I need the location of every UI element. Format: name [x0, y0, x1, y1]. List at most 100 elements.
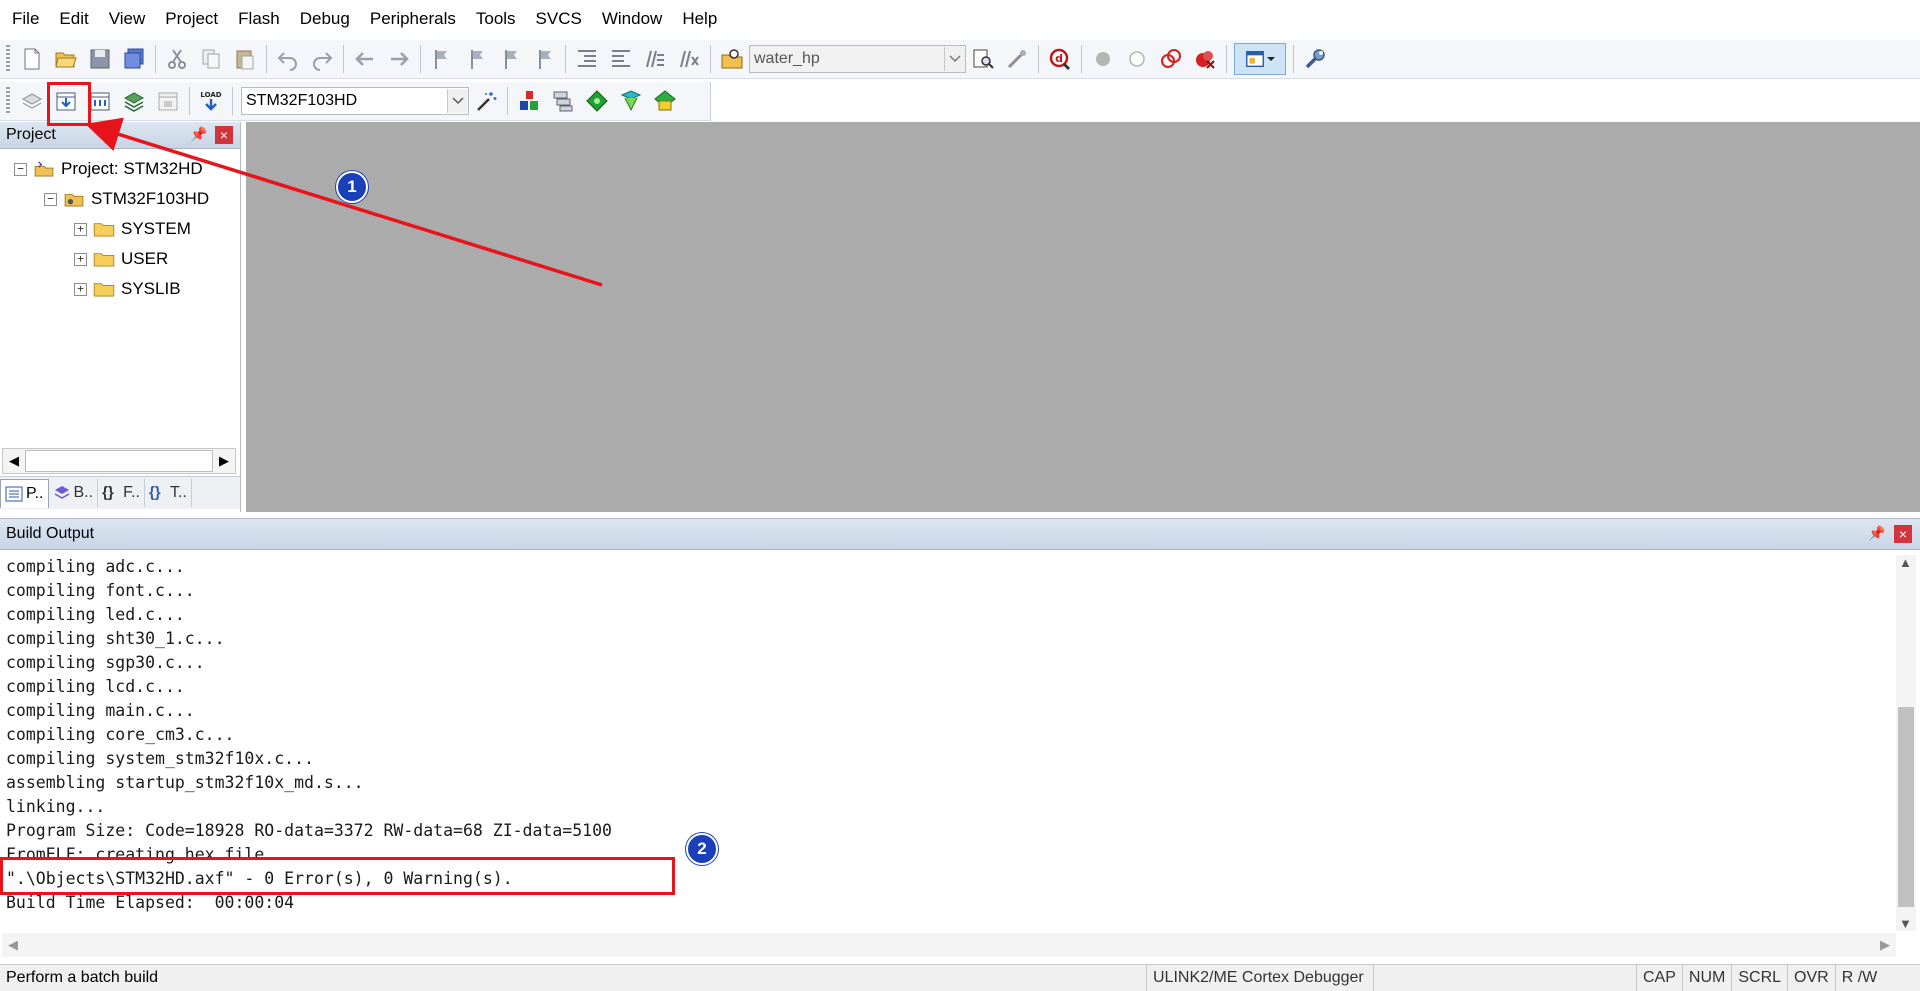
save-button[interactable]	[86, 44, 114, 74]
tree-item-group-system[interactable]: + SYSTEM	[74, 216, 191, 242]
collapse-icon[interactable]: −	[44, 192, 57, 206]
download-button[interactable]: LOAD	[197, 86, 225, 116]
tree-item-group-syslib[interactable]: + SYSLIB	[74, 276, 181, 302]
scroll-down-icon[interactable]: ▼	[1899, 916, 1912, 931]
debug-magnifier-icon: d	[1049, 48, 1071, 71]
manage-rte-button[interactable]	[583, 86, 611, 116]
menu-project[interactable]: Project	[155, 0, 228, 38]
insert-breakpoint-button[interactable]	[1089, 44, 1117, 74]
copy-button[interactable]	[197, 44, 225, 74]
menu-view[interactable]: View	[99, 0, 156, 38]
manage-project-items-button[interactable]	[515, 86, 543, 116]
project-horizontal-scrollbar[interactable]: ◀ ▶	[2, 448, 236, 474]
unindent-icon	[612, 50, 630, 67]
target-select[interactable]: STM32F103HD	[241, 87, 469, 115]
scroll-thumb[interactable]	[25, 450, 213, 472]
bookmark-clear-icon	[539, 50, 551, 69]
find-combo[interactable]: water_hp	[749, 45, 966, 73]
scroll-right-icon[interactable]: ▶	[1874, 937, 1896, 953]
scroll-left-icon[interactable]: ◀	[2, 937, 24, 953]
menu-peripherals[interactable]: Peripherals	[360, 0, 466, 38]
menu-tools[interactable]: Tools	[466, 0, 526, 38]
software-packs-button[interactable]	[651, 86, 679, 116]
navigate-forward-button[interactable]	[385, 44, 413, 74]
status-indicator-ovr: OVR	[1787, 965, 1835, 991]
close-icon[interactable]: ×	[215, 126, 233, 144]
toolbar-grip[interactable]	[6, 87, 10, 115]
comment-button[interactable]	[641, 44, 669, 74]
group-label: SYSLIB	[121, 279, 181, 298]
menu-file[interactable]: File	[2, 0, 49, 38]
bookmark-flag-icon	[435, 50, 447, 69]
expand-icon[interactable]: +	[74, 252, 87, 266]
pin-icon[interactable]: 📌	[1868, 525, 1885, 542]
debug-session-button[interactable]	[1003, 44, 1031, 74]
previous-bookmark-button[interactable]	[462, 44, 490, 74]
collapse-icon[interactable]: −	[14, 162, 27, 176]
output-horizontal-scrollbar[interactable]: ◀ ▶	[2, 933, 1896, 957]
chevron-down-icon[interactable]	[447, 89, 468, 113]
output-vertical-scrollbar[interactable]: ▲ ▼	[1896, 555, 1916, 931]
stop-build-button[interactable]	[154, 86, 182, 116]
open-file-button[interactable]	[52, 44, 80, 74]
target-options-button[interactable]	[472, 86, 500, 116]
unindent-button[interactable]	[607, 44, 635, 74]
select-packs-button[interactable]	[549, 86, 577, 116]
menu-window[interactable]: Window	[592, 0, 672, 38]
toolbar-grip[interactable]	[6, 45, 10, 73]
expand-icon[interactable]: +	[74, 282, 87, 296]
redo-button[interactable]	[308, 44, 336, 74]
close-icon[interactable]: ×	[1894, 525, 1912, 543]
new-file-button[interactable]	[18, 44, 46, 74]
tree-item-group-user[interactable]: + USER	[74, 246, 168, 272]
tab-project[interactable]: P..	[0, 478, 49, 508]
menu-debug[interactable]: Debug	[290, 0, 360, 38]
new-file-icon	[24, 48, 40, 70]
start-debug-button[interactable]: d	[1046, 44, 1074, 74]
navigate-back-button[interactable]	[351, 44, 379, 74]
status-message: Perform a batch build	[6, 969, 159, 986]
menu-svcs[interactable]: SVCS	[526, 0, 592, 38]
paste-button[interactable]	[231, 44, 259, 74]
build-output-header: Build Output 📌 ×	[0, 519, 1920, 550]
tab-label: T..	[169, 484, 187, 501]
pin-icon[interactable]: 📌	[190, 126, 207, 143]
save-all-button[interactable]	[120, 44, 148, 74]
status-bar: Perform a batch build ULINK2/ME Cortex D…	[0, 964, 1920, 991]
breakpoints-disable-icon	[1161, 49, 1181, 68]
menu-help[interactable]: Help	[672, 0, 727, 38]
window-layout-button[interactable]	[1234, 43, 1286, 75]
batch-build-button[interactable]	[120, 86, 148, 116]
cut-button[interactable]	[163, 44, 191, 74]
undo-button[interactable]	[274, 44, 302, 74]
next-bookmark-button[interactable]	[496, 44, 524, 74]
tab-books[interactable]: B..	[49, 479, 99, 507]
scroll-left-icon[interactable]: ◀	[3, 453, 25, 469]
disable-all-breakpoints-button[interactable]	[1157, 44, 1185, 74]
clear-bookmarks-button[interactable]	[530, 44, 558, 74]
incremental-find-button[interactable]	[969, 44, 997, 74]
tab-functions[interactable]: {} F..	[98, 479, 145, 507]
tab-templates[interactable]: {} T..	[145, 479, 192, 507]
scroll-thumb[interactable]	[1898, 707, 1914, 907]
tree-item-project-root[interactable]: − Project: STM32HD	[14, 156, 203, 182]
translate-button[interactable]	[18, 86, 46, 116]
scroll-right-icon[interactable]: ▶	[213, 453, 235, 469]
pack-installer-button[interactable]	[617, 86, 645, 116]
enable-breakpoint-button[interactable]	[1123, 44, 1151, 74]
tree-item-target[interactable]: − STM32F103HD	[44, 186, 209, 212]
uncomment-button[interactable]	[675, 44, 703, 74]
menu-edit[interactable]: Edit	[49, 0, 98, 38]
menu-flash[interactable]: Flash	[228, 0, 290, 38]
chevron-down-icon[interactable]	[944, 47, 965, 71]
tab-label: P..	[26, 484, 44, 502]
find-in-files-button[interactable]	[718, 44, 746, 74]
arrow-right-icon	[391, 52, 409, 66]
project-tab-icon	[5, 486, 23, 501]
insert-bookmark-button[interactable]	[428, 44, 456, 74]
configure-button[interactable]	[1301, 44, 1329, 74]
kill-all-breakpoints-button[interactable]	[1191, 44, 1219, 74]
indent-button[interactable]	[573, 44, 601, 74]
scroll-up-icon[interactable]: ▲	[1899, 555, 1912, 570]
expand-icon[interactable]: +	[74, 222, 87, 236]
